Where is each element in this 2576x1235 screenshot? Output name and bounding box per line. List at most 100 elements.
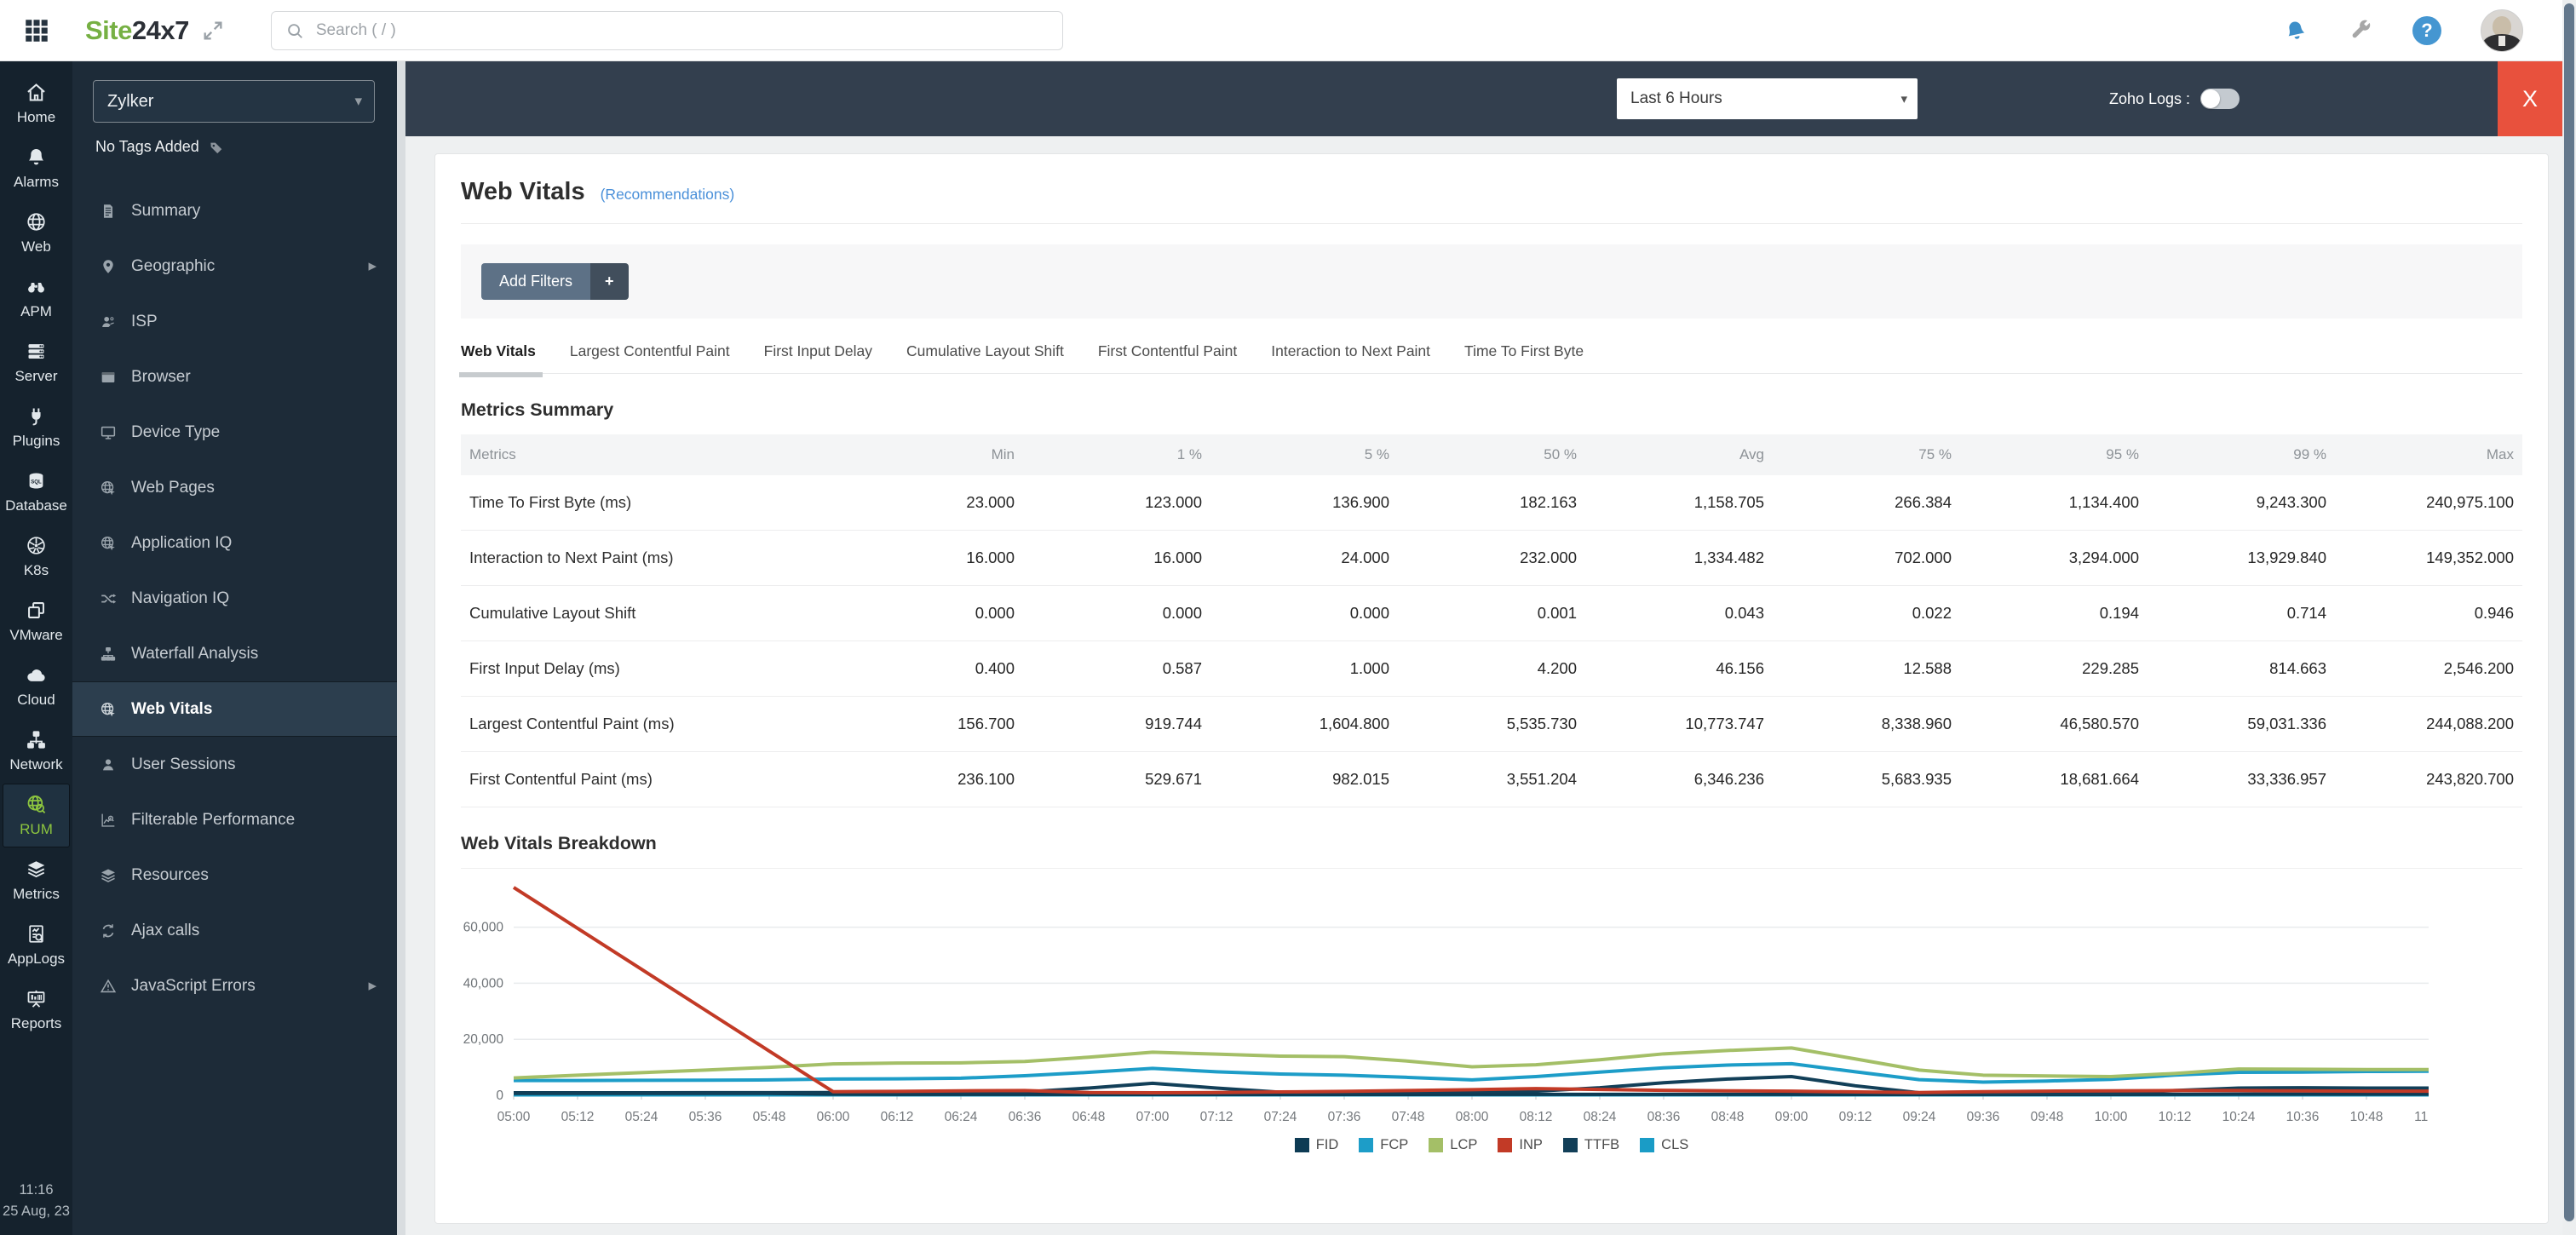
legend-item-fcp[interactable]: FCP (1359, 1137, 1408, 1153)
legend-swatch (1294, 1138, 1309, 1152)
tab-interaction-to-next-paint[interactable]: Interaction to Next Paint (1271, 342, 1430, 360)
site24x7-logo[interactable]: Site24x7 (85, 15, 189, 46)
recommendations-link[interactable]: (Recommendations) (601, 186, 735, 204)
legend-item-inp[interactable]: INP (1498, 1137, 1543, 1153)
sidebar-scrollbar[interactable] (397, 61, 405, 1235)
tab-cumulative-layout-shift[interactable]: Cumulative Layout Shift (906, 342, 1064, 360)
rail-item-server[interactable]: Server (3, 330, 70, 394)
time-range-select[interactable]: Last 6 Hours ▾ (1617, 78, 1918, 119)
table-row: First Contentful Paint (ms) 236.100 529.67… (461, 751, 2522, 807)
svg-text:0: 0 (496, 1089, 503, 1103)
rail-item-vmware[interactable]: VMware (3, 589, 70, 653)
rail-item-network[interactable]: Network (3, 719, 70, 783)
rail-item-reports[interactable]: Reports (3, 978, 70, 1042)
sidebar-item-web-pages[interactable]: Web Pages (72, 460, 397, 515)
rail-item-label: VMware (9, 627, 63, 643)
globe-arrow-icon (98, 534, 118, 553)
sidebar-item-application-iq[interactable]: Application IQ (72, 515, 397, 571)
series-lcp (513, 1046, 2429, 1080)
rail-item-k8s[interactable]: K8s (3, 525, 70, 589)
metric-value: 59,031.336 (2148, 696, 2335, 752)
sidebar-item-filterable-performance[interactable]: Filterable Performance (72, 792, 397, 847)
metric-value: 46,580.570 (1960, 696, 2148, 752)
metric-value: 529.671 (1023, 751, 1210, 807)
legend-item-ttfb[interactable]: TTFB (1562, 1137, 1619, 1153)
sidebar-item-web-vitals[interactable]: Web Vitals (72, 681, 397, 737)
sidebar-item-summary[interactable]: Summary (72, 183, 397, 238)
metric-value: 46.156 (1585, 640, 1773, 697)
metric-value: 982.015 (1210, 751, 1398, 807)
tags-row[interactable]: No Tags Added (95, 138, 397, 156)
rail-item-cloud[interactable]: Cloud (3, 654, 70, 718)
table-row: Interaction to Next Paint (ms) 16.000 16.0… (461, 530, 2522, 586)
rail-item-label: RUM (20, 821, 53, 837)
metric-value: 229.285 (1960, 640, 2148, 697)
rail-item-apm[interactable]: APM (3, 266, 70, 330)
sidebar-item-label: Summary (131, 201, 201, 220)
breakdown-chart: 0 20,000 40,000 60,000 05:00 05:12 05:24 05:36 0… (463, 886, 2429, 1124)
search-icon (285, 21, 304, 40)
cloud-icon (25, 663, 48, 686)
rail-item-home[interactable]: Home (3, 72, 70, 135)
metric-value: 0.194 (1960, 585, 2148, 641)
global-search[interactable] (270, 10, 1063, 50)
rail-item-rum[interactable]: RUM (3, 784, 70, 847)
sidebar-item-isp[interactable]: ISP (72, 294, 397, 349)
legend-item-lcp[interactable]: LCP (1429, 1137, 1477, 1153)
sidebar-item-waterfall-analysis[interactable]: Waterfall Analysis (72, 626, 397, 681)
tab-largest-contentful-paint[interactable]: Largest Contentful Paint (570, 342, 730, 360)
pin-icon (98, 257, 118, 276)
rail-item-applogs[interactable]: AppLogs (3, 913, 70, 977)
toggle-knob (2201, 89, 2221, 108)
monitor-select[interactable]: Zylker ▾ (93, 80, 375, 123)
metric-value: 156.700 (836, 696, 1023, 752)
rail-item-web[interactable]: Web (3, 201, 70, 265)
svg-text:20,000: 20,000 (463, 1032, 504, 1047)
metric-value: 4.200 (1398, 640, 1585, 697)
sidebar-item-javascript-errors[interactable]: JavaScript Errors ▸ (72, 958, 397, 1014)
sidebar-item-navigation-iq[interactable]: Navigation IQ (72, 571, 397, 626)
tab-first-contentful-paint[interactable]: First Contentful Paint (1098, 342, 1237, 360)
sidebar-item-label: Filterable Performance (131, 810, 296, 829)
app-grid-icon[interactable] (22, 16, 51, 45)
expand-icon[interactable] (201, 19, 225, 43)
search-input[interactable] (313, 20, 1062, 41)
sidebar-item-device-type[interactable]: Device Type (72, 405, 397, 460)
tab-time-to-first-byte[interactable]: Time To First Byte (1464, 342, 1584, 360)
rail-item-label: K8s (23, 562, 49, 578)
rail-item-metrics[interactable]: Metrics (3, 848, 70, 912)
sidebar-item-user-sessions[interactable]: User Sessions (72, 737, 397, 792)
sidebar-item-ajax-calls[interactable]: Ajax calls (72, 903, 397, 958)
svg-text:09:00: 09:00 (1775, 1110, 1808, 1124)
sidebar-item-label: Device Type (131, 422, 221, 441)
add-filters-button[interactable]: Add Filters + (481, 263, 629, 300)
tab-web-vitals[interactable]: Web Vitals (459, 342, 543, 377)
layers-icon (98, 866, 118, 885)
user-avatar[interactable] (2481, 9, 2523, 52)
metric-value: 0.714 (2148, 585, 2335, 641)
notifications-bell-icon[interactable] (2280, 15, 2311, 46)
rail-item-database[interactable]: SQL Database (3, 460, 70, 524)
sidebar-item-browser[interactable]: Browser (72, 349, 397, 405)
admin-wrench-icon[interactable] (2348, 18, 2373, 43)
close-button[interactable]: X (2498, 61, 2562, 136)
metric-value: 232.000 (1398, 530, 1585, 586)
help-icon[interactable]: ? (2412, 15, 2441, 45)
metric-value: 13,929.840 (2148, 530, 2335, 586)
rail-item-plugins[interactable]: Plugins (3, 395, 70, 459)
svg-text:06:00: 06:00 (817, 1110, 850, 1124)
legend-item-fid[interactable]: FID (1294, 1137, 1338, 1153)
svg-text:11:00: 11:00 (2414, 1110, 2429, 1124)
sidebar-item-resources[interactable]: Resources (72, 847, 397, 903)
metric-value: 0.000 (836, 585, 1023, 641)
scrollbar-thumb[interactable] (2564, 3, 2574, 1221)
sidebar-item-geographic[interactable]: Geographic ▸ (72, 238, 397, 294)
svg-text:08:12: 08:12 (1520, 1110, 1553, 1124)
zoho-logs-toggle[interactable] (2200, 89, 2240, 109)
tab-first-input-delay[interactable]: First Input Delay (764, 342, 872, 360)
metric-value: 1,134.400 (1960, 475, 2148, 531)
rail-item-alarms[interactable]: Alarms (3, 136, 70, 200)
sidebar-item-label: Navigation IQ (131, 589, 230, 607)
metric-value: 6,346.236 (1585, 751, 1773, 807)
legend-item-cls[interactable]: CLS (1640, 1137, 1688, 1153)
